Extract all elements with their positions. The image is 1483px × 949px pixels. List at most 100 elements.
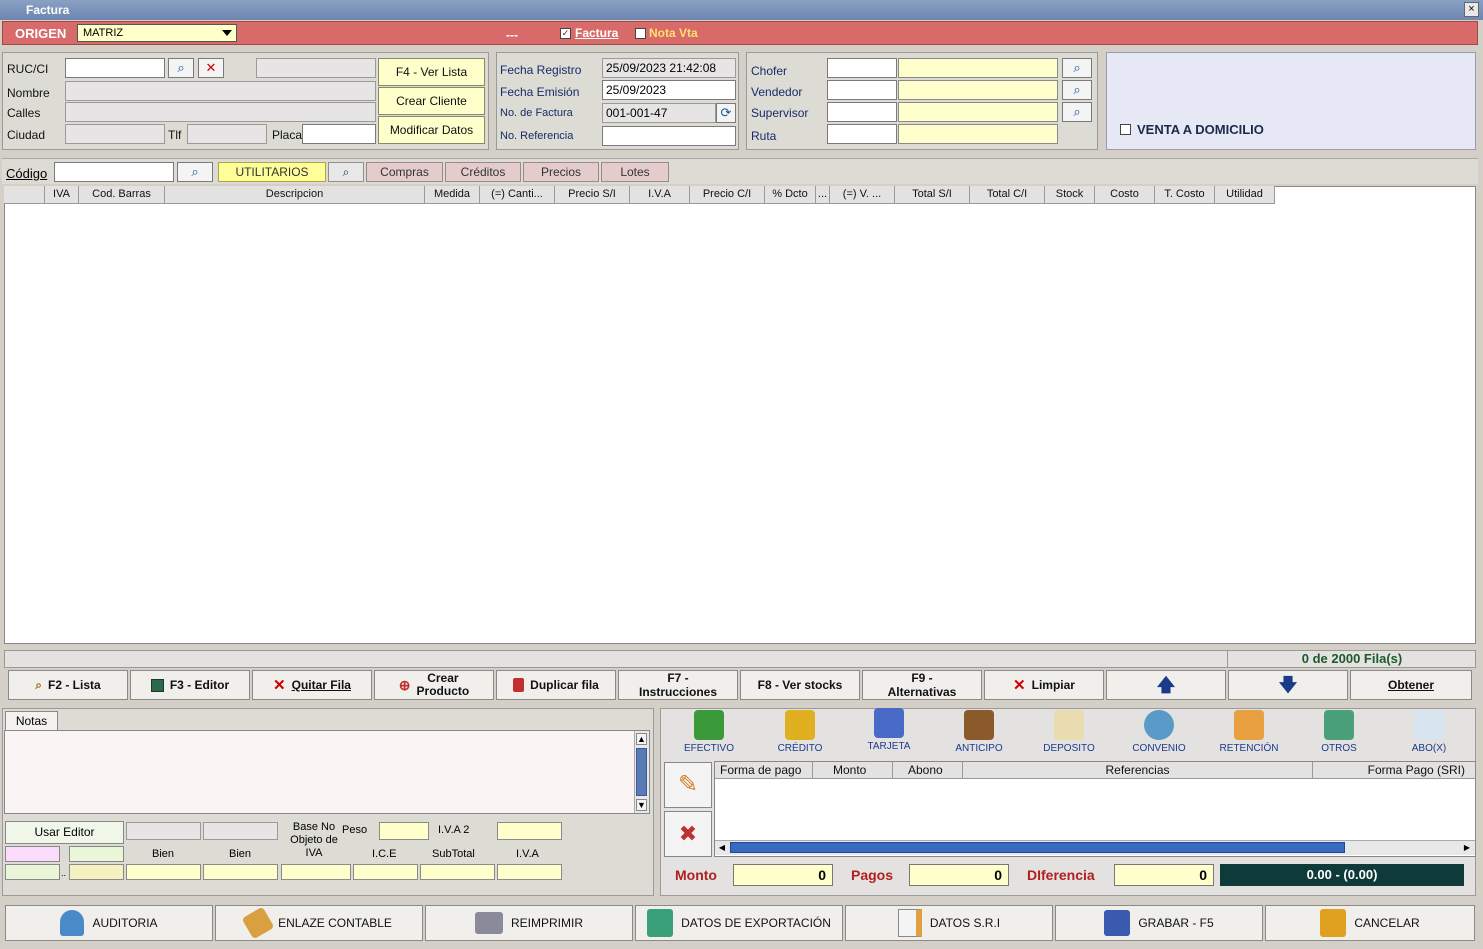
col-stock[interactable]: Stock: [1045, 186, 1095, 204]
nota-vta-checkbox[interactable]: [635, 28, 646, 39]
close-icon[interactable]: ✕: [198, 58, 224, 78]
pcol-monto[interactable]: Monto: [813, 762, 893, 779]
auditoria-button[interactable]: AUDITORIA: [5, 905, 213, 941]
close-button[interactable]: ×: [1464, 2, 1479, 17]
pay-deposito[interactable]: DEPOSITO: [1029, 710, 1109, 760]
search-icon[interactable]: ⌕: [1062, 80, 1092, 100]
f7-instrucciones-button[interactable]: F7 - Instrucciones: [618, 670, 738, 700]
col-cantidad[interactable]: (=) Canti...: [480, 186, 555, 204]
pay-otros[interactable]: OTROS: [1299, 710, 1379, 760]
ver-lista-button[interactable]: F4 - Ver Lista: [378, 58, 485, 86]
scroll-down-icon[interactable]: ▼: [636, 799, 647, 811]
notes-tab[interactable]: Notas: [5, 711, 58, 730]
col-utilidad[interactable]: Utilidad: [1215, 186, 1275, 204]
pay-tarjeta[interactable]: TARJETA: [849, 708, 929, 758]
col-precio-si[interactable]: Precio S/I: [555, 186, 630, 204]
pay-credito[interactable]: CRÉDITO: [760, 710, 840, 760]
no-referencia-input[interactable]: [602, 126, 736, 146]
reimprimir-button[interactable]: REIMPRIMIR: [425, 905, 633, 941]
factura-checkbox[interactable]: ✓: [560, 28, 571, 39]
col-costo[interactable]: Costo: [1095, 186, 1155, 204]
pay-retencion[interactable]: RETENCIÓN: [1209, 710, 1289, 760]
ruta-code-input[interactable]: [827, 124, 897, 144]
pay-convenio[interactable]: CONVENIO: [1119, 710, 1199, 760]
products-grid[interactable]: [4, 186, 1476, 644]
col-iva-valor[interactable]: I.V.A: [630, 186, 690, 204]
arrow-down-icon[interactable]: 🡇: [1228, 670, 1348, 700]
tab-precios[interactable]: Precios: [523, 162, 599, 182]
col-descripcion[interactable]: Descripcion: [165, 186, 425, 204]
arrow-up-icon[interactable]: 🡅: [1106, 670, 1226, 700]
scroll-up-icon[interactable]: ▲: [636, 733, 647, 745]
datos-exportacion-button[interactable]: DATOS DE EXPORTACIÓN: [635, 905, 843, 941]
col-cod-barras[interactable]: Cod. Barras: [79, 186, 165, 204]
duplicar-fila-button[interactable]: Duplicar fila: [496, 670, 616, 700]
quitar-fila-button[interactable]: ✕ Quitar Fila: [252, 670, 372, 700]
pcol-forma[interactable]: Forma de pago: [715, 762, 813, 779]
pcol-abono[interactable]: Abono: [893, 762, 963, 779]
col-total-si[interactable]: Total S/I: [895, 186, 970, 204]
magnifier-icon[interactable]: ⌕: [328, 162, 364, 182]
search-icon[interactable]: ⌕: [1062, 58, 1092, 78]
chofer-code-input[interactable]: [827, 58, 897, 78]
col-t-costo[interactable]: T. Costo: [1155, 186, 1215, 204]
tab-compras[interactable]: Compras: [366, 162, 443, 182]
hscroll-thumb[interactable]: [730, 842, 1345, 853]
search-icon[interactable]: ⌕: [177, 162, 213, 182]
scroll-right-icon[interactable]: ▶: [1461, 841, 1473, 854]
codigo-input[interactable]: [54, 162, 174, 182]
f3-editor-button[interactable]: F3 - Editor: [130, 670, 250, 700]
tab-utilitarios[interactable]: UTILITARIOS: [218, 162, 326, 182]
tlf-input[interactable]: [187, 124, 267, 144]
ruc-input[interactable]: [65, 58, 165, 78]
crear-cliente-button[interactable]: Crear Cliente: [378, 87, 485, 115]
edit-payment-icon[interactable]: ✎: [664, 762, 712, 808]
placa-label: Placa: [272, 128, 303, 142]
col-medida[interactable]: Medida: [425, 186, 480, 204]
col-more[interactable]: ...: [816, 186, 830, 204]
scrollbar-thumb[interactable]: [636, 748, 647, 796]
obtener-button[interactable]: Obtener: [1350, 670, 1472, 700]
tab-lotes[interactable]: Lotes: [601, 162, 669, 182]
pay-anticipo[interactable]: ANTICIPO: [939, 710, 1019, 760]
nombre-input[interactable]: [65, 81, 376, 101]
exportacion-label: DATOS DE EXPORTACIÓN: [681, 916, 831, 930]
grabar-button[interactable]: GRABAR - F5: [1055, 905, 1263, 941]
limpiar-button[interactable]: ✕ Limpiar: [984, 670, 1104, 700]
pcol-referencias[interactable]: Referencias: [963, 762, 1313, 779]
usar-editor-button[interactable]: Usar Editor: [5, 821, 124, 844]
f8-ver-stocks-button[interactable]: F8 - Ver stocks: [740, 670, 860, 700]
search-icon[interactable]: ⌕: [168, 58, 194, 78]
origin-select[interactable]: MATRIZ: [77, 24, 237, 42]
refresh-icon[interactable]: ⟳: [716, 103, 736, 123]
fecha-emision-input[interactable]: 25/09/2023: [602, 80, 736, 100]
col-v[interactable]: (=) V. ...: [830, 186, 895, 204]
enlaze-contable-button[interactable]: ENLAZE CONTABLE: [215, 905, 423, 941]
supervisor-code-input[interactable]: [827, 102, 897, 122]
pcol-forma-sri[interactable]: Forma Pago (SRI): [1313, 762, 1475, 779]
f2-lista-button[interactable]: ⌕ F2 - Lista: [8, 670, 128, 700]
pay-abo[interactable]: ABO(X): [1389, 710, 1469, 760]
search-icon[interactable]: ⌕: [1062, 102, 1092, 122]
datos-sri-button[interactable]: DATOS S.R.I: [845, 905, 1053, 941]
f9-alternativas-button[interactable]: F9 - Alternativas: [862, 670, 982, 700]
iva2-field: [497, 822, 562, 840]
placa-input[interactable]: [302, 124, 376, 144]
crear-producto-button[interactable]: ⊕ Crear Producto: [374, 670, 494, 700]
tab-creditos[interactable]: Créditos: [445, 162, 521, 182]
delete-payment-icon[interactable]: ✖: [664, 811, 712, 857]
bien-field-2: [203, 864, 278, 880]
calles-input[interactable]: [65, 102, 376, 122]
notes-textarea[interactable]: [4, 730, 650, 814]
scroll-left-icon[interactable]: ◀: [716, 841, 728, 854]
pay-efectivo[interactable]: EFECTIVO: [669, 710, 749, 760]
ciudad-input[interactable]: [65, 124, 165, 144]
cancelar-button[interactable]: CANCELAR: [1265, 905, 1475, 941]
col-iva[interactable]: IVA: [45, 186, 79, 204]
modificar-datos-button[interactable]: Modificar Datos: [378, 116, 485, 144]
col-precio-ci[interactable]: Precio C/I: [690, 186, 765, 204]
venta-domicilio-checkbox[interactable]: [1120, 124, 1131, 135]
col-dcto[interactable]: % Dcto: [765, 186, 816, 204]
col-total-ci[interactable]: Total C/I: [970, 186, 1045, 204]
vendedor-code-input[interactable]: [827, 80, 897, 100]
